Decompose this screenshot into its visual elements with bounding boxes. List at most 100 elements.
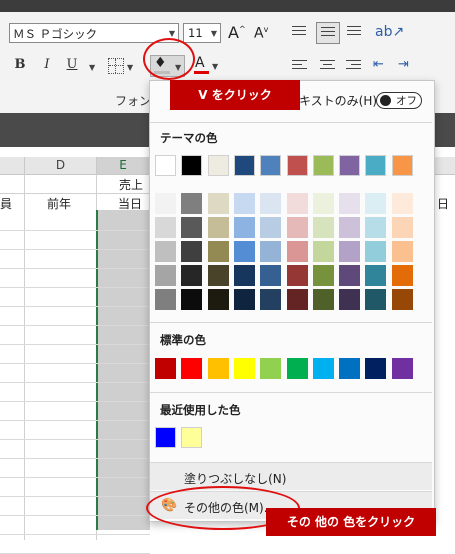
color-swatch[interactable]	[155, 358, 176, 379]
color-swatch[interactable]	[313, 217, 334, 238]
increase-indent-icon[interactable]: ⇥	[398, 57, 409, 72]
color-swatch[interactable]	[260, 217, 281, 238]
chevron-down-icon[interactable]: ▼	[89, 63, 95, 72]
color-swatch[interactable]	[392, 217, 413, 238]
color-swatch[interactable]	[234, 241, 255, 262]
color-swatch[interactable]	[234, 193, 255, 214]
color-swatch[interactable]	[155, 289, 176, 310]
color-swatch[interactable]	[208, 265, 229, 286]
table-row[interactable]	[0, 364, 150, 383]
chevron-down-icon[interactable]: ▼	[169, 29, 175, 38]
color-swatch[interactable]	[392, 241, 413, 262]
color-swatch[interactable]	[155, 155, 176, 176]
table-row[interactable]	[0, 440, 150, 459]
color-swatch[interactable]	[208, 217, 229, 238]
color-swatch[interactable]	[339, 155, 360, 176]
font-size-box[interactable]: 11 ▼	[183, 23, 221, 43]
color-swatch[interactable]	[313, 155, 334, 176]
color-swatch[interactable]	[339, 241, 360, 262]
orientation-icon[interactable]: ab↗	[375, 24, 404, 40]
color-swatch[interactable]	[181, 193, 202, 214]
color-swatch[interactable]	[287, 358, 308, 379]
color-swatch[interactable]	[208, 155, 229, 176]
color-swatch[interactable]	[287, 217, 308, 238]
borders-icon[interactable]	[108, 58, 124, 74]
color-swatch[interactable]	[339, 193, 360, 214]
table-row[interactable]	[0, 459, 150, 478]
color-swatch[interactable]	[181, 217, 202, 238]
color-swatch[interactable]	[339, 265, 360, 286]
table-row[interactable]	[0, 345, 150, 364]
color-swatch[interactable]	[260, 265, 281, 286]
column-header-d[interactable]: D	[25, 157, 97, 174]
table-row[interactable]	[0, 383, 150, 402]
font-color-button[interactable]: A ▼	[192, 55, 222, 77]
color-swatch[interactable]	[392, 193, 413, 214]
table-row[interactable]	[0, 421, 150, 440]
align-top-icon[interactable]	[292, 26, 306, 35]
color-swatch[interactable]	[287, 241, 308, 262]
color-swatch[interactable]	[260, 241, 281, 262]
color-swatch[interactable]	[287, 193, 308, 214]
merged-header-cell[interactable]: 売上	[119, 176, 143, 193]
table-row[interactable]	[0, 212, 150, 231]
align-left-icon[interactable]	[292, 60, 307, 69]
color-swatch[interactable]	[365, 193, 386, 214]
color-swatch[interactable]	[392, 155, 413, 176]
color-swatch[interactable]	[365, 289, 386, 310]
left-edge-cell[interactable]: 員	[0, 195, 12, 212]
color-swatch[interactable]	[313, 193, 334, 214]
table-row[interactable]	[0, 516, 150, 535]
font-name-box[interactable]: ＭＳ Ｐゴシック ▼	[9, 23, 179, 43]
color-swatch[interactable]	[155, 265, 176, 286]
color-swatch[interactable]	[260, 193, 281, 214]
color-swatch[interactable]	[365, 265, 386, 286]
bold-button[interactable]: B	[11, 57, 29, 72]
color-swatch[interactable]	[392, 358, 413, 379]
header-cell-prev-year[interactable]: 前年	[47, 195, 71, 212]
color-swatch[interactable]	[208, 241, 229, 262]
color-swatch[interactable]	[339, 358, 360, 379]
grow-font-button[interactable]: A^	[228, 23, 246, 42]
color-swatch[interactable]	[181, 427, 202, 448]
color-swatch[interactable]	[339, 217, 360, 238]
color-swatch[interactable]	[155, 427, 176, 448]
color-swatch[interactable]	[260, 289, 281, 310]
table-row[interactable]	[0, 497, 150, 516]
color-swatch[interactable]	[234, 289, 255, 310]
no-fill-item[interactable]: 塗りつぶしなし(N)	[150, 462, 432, 490]
color-swatch[interactable]	[313, 358, 334, 379]
table-row[interactable]	[0, 288, 150, 307]
color-swatch[interactable]	[208, 193, 229, 214]
color-swatch[interactable]	[208, 358, 229, 379]
color-swatch[interactable]	[234, 265, 255, 286]
color-swatch[interactable]	[365, 217, 386, 238]
table-row[interactable]	[0, 402, 150, 421]
color-swatch[interactable]	[287, 155, 308, 176]
color-swatch[interactable]	[313, 241, 334, 262]
color-swatch[interactable]	[365, 241, 386, 262]
color-swatch[interactable]	[287, 265, 308, 286]
right-edge-cell[interactable]: 日	[437, 195, 449, 212]
color-swatch[interactable]	[181, 358, 202, 379]
color-swatch[interactable]	[181, 155, 202, 176]
align-right-icon[interactable]	[346, 60, 361, 69]
color-swatch[interactable]	[260, 155, 281, 176]
table-row[interactable]	[0, 231, 150, 250]
table-row[interactable]	[0, 269, 150, 288]
table-row[interactable]	[0, 326, 150, 345]
color-swatch[interactable]	[392, 265, 413, 286]
column-header-c[interactable]	[0, 157, 25, 174]
color-swatch[interactable]	[181, 289, 202, 310]
chevron-down-icon[interactable]: ▼	[127, 63, 133, 72]
color-swatch[interactable]	[365, 358, 386, 379]
color-swatch[interactable]	[287, 289, 308, 310]
shrink-font-button[interactable]: Av	[254, 25, 268, 42]
underline-button[interactable]: U	[63, 57, 81, 72]
table-row[interactable]	[0, 250, 150, 269]
italic-button[interactable]: I	[38, 57, 56, 72]
color-swatch[interactable]	[208, 289, 229, 310]
column-header-e[interactable]: E	[97, 157, 150, 174]
color-swatch[interactable]	[155, 217, 176, 238]
color-swatch[interactable]	[313, 289, 334, 310]
